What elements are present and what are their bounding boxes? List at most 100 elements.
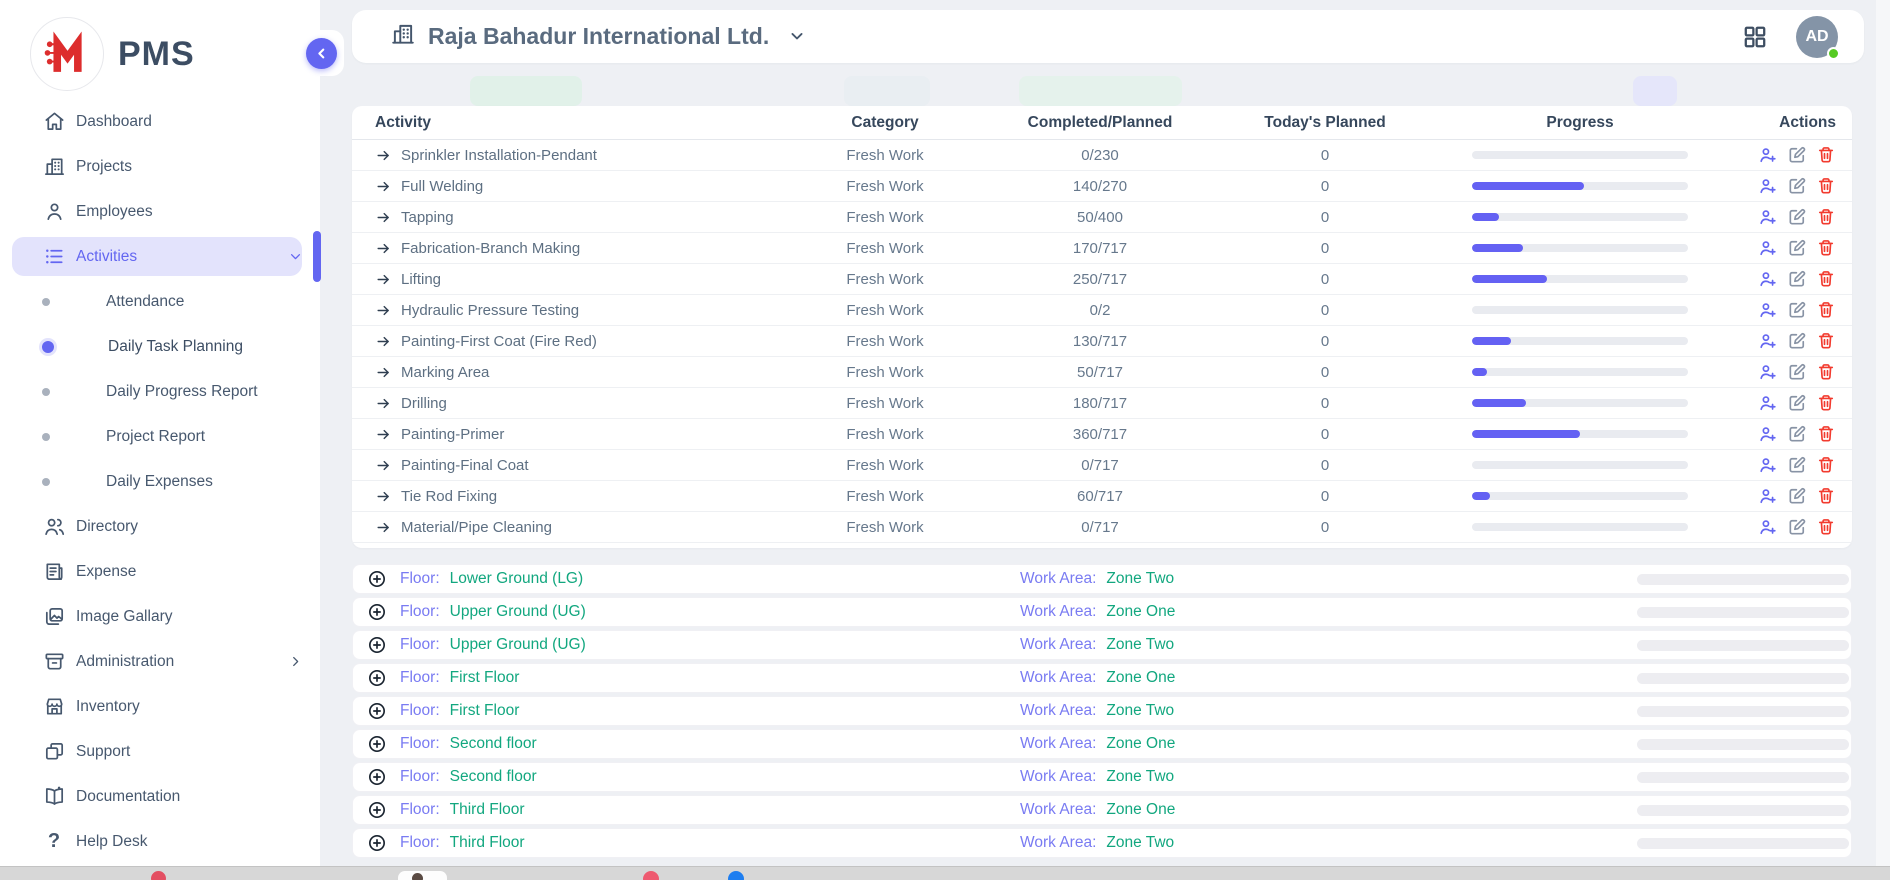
edit-button[interactable] (1787, 269, 1807, 289)
expand-floor-button[interactable] (367, 767, 387, 787)
delete-button[interactable] (1816, 331, 1836, 351)
sidebar-item-expense[interactable]: Expense (0, 549, 320, 594)
online-status-dot (1827, 47, 1840, 60)
assign-user-button[interactable] (1758, 238, 1778, 258)
expand-floor-button[interactable] (367, 635, 387, 655)
floor-value: Second floor (450, 735, 537, 753)
edit-button[interactable] (1787, 455, 1807, 475)
sidebar-subitem-daily-task-planning[interactable]: Daily Task Planning (0, 324, 320, 369)
edit-button[interactable] (1787, 145, 1807, 165)
edit-button[interactable] (1787, 331, 1807, 351)
scrollbar[interactable] (1876, 0, 1890, 866)
nav-item-label: Daily Task Planning (108, 338, 243, 356)
edit-button[interactable] (1787, 362, 1807, 382)
sidebar-subitem-project-report[interactable]: Project Report (0, 414, 320, 459)
work-area-label: Work Area: (1020, 603, 1096, 621)
person-plus-icon (1758, 517, 1778, 537)
progress-fill (1472, 492, 1490, 500)
sidebar-item-dashboard[interactable]: Dashboard (0, 99, 320, 144)
expand-floor-button[interactable] (367, 569, 387, 589)
sidebar-item-image-gallary[interactable]: Image Gallary (0, 594, 320, 639)
delete-button[interactable] (1816, 362, 1836, 382)
sidebar-subitem-daily-expenses[interactable]: Daily Expenses (0, 459, 320, 504)
floor-progress-bar (1637, 838, 1849, 849)
floor-progress-bar (1637, 805, 1849, 816)
taskbar-app-icon[interactable] (398, 871, 447, 880)
delete-button[interactable] (1816, 424, 1836, 444)
sidebar-subitem-daily-progress-report[interactable]: Daily Progress Report (0, 369, 320, 414)
expand-floor-button[interactable] (367, 668, 387, 688)
edit-button[interactable] (1787, 424, 1807, 444)
assign-user-button[interactable] (1758, 455, 1778, 475)
floor-label: Floor: (400, 669, 440, 687)
taskbar-dot-icon[interactable] (151, 871, 166, 880)
assign-user-button[interactable] (1758, 486, 1778, 506)
expand-floor-button[interactable] (367, 602, 387, 622)
assign-user-button[interactable] (1758, 269, 1778, 289)
activities-table: Activity Category Completed/Planned Toda… (352, 106, 1852, 548)
apps-grid-button[interactable] (1742, 24, 1768, 50)
work-area-value: Zone One (1106, 801, 1175, 819)
sidebar-item-administration[interactable]: Administration (0, 639, 320, 684)
assign-user-button[interactable] (1758, 517, 1778, 537)
expand-floor-button[interactable] (367, 833, 387, 853)
taskbar-dot-icon[interactable] (643, 871, 659, 880)
assign-user-button[interactable] (1758, 176, 1778, 196)
delete-button[interactable] (1816, 393, 1836, 413)
floor-label: Floor: (400, 834, 440, 852)
work-area-label: Work Area: (1020, 735, 1096, 753)
delete-button[interactable] (1816, 269, 1836, 289)
delete-button[interactable] (1816, 207, 1836, 227)
assign-user-button[interactable] (1758, 145, 1778, 165)
person-plus-icon (1758, 486, 1778, 506)
floor-row: Floor: Second floor Work Area: Zone Two (352, 762, 1852, 792)
user-avatar[interactable]: AD (1796, 16, 1838, 58)
table-row: Tie Rod Fixing Fresh Work 60/717 0 (352, 481, 1852, 512)
assign-user-button[interactable] (1758, 300, 1778, 320)
expand-floor-button[interactable] (367, 800, 387, 820)
expand-floor-button[interactable] (367, 734, 387, 754)
delete-button[interactable] (1816, 176, 1836, 196)
delete-button[interactable] (1816, 486, 1836, 506)
edit-button[interactable] (1787, 238, 1807, 258)
floor-row: Floor: Third Floor Work Area: Zone One (352, 795, 1852, 825)
sidebar-collapse-button[interactable] (306, 38, 337, 69)
edit-button[interactable] (1787, 300, 1807, 320)
assign-user-button[interactable] (1758, 424, 1778, 444)
activity-category: Fresh Work (765, 178, 1005, 195)
sidebar-item-documentation[interactable]: Documentation (0, 774, 320, 819)
sidebar-item-help-desk[interactable]: ?Help Desk (0, 819, 320, 864)
edit-button[interactable] (1787, 393, 1807, 413)
col-actions: Actions (1705, 114, 1852, 132)
sidebar-item-employees[interactable]: Employees (0, 189, 320, 234)
sidebar-item-support[interactable]: Support (0, 729, 320, 774)
chevron-right-icon (287, 653, 304, 670)
assign-user-button[interactable] (1758, 393, 1778, 413)
sidebar-item-activities[interactable]: Activities (0, 234, 320, 279)
floor-row: Floor: Third Floor Work Area: Zone Two (352, 828, 1852, 858)
assign-user-button[interactable] (1758, 331, 1778, 351)
progress-bar (1472, 461, 1688, 469)
sidebar-subitem-attendance[interactable]: Attendance (0, 279, 320, 324)
sidebar-item-inventory[interactable]: Inventory (0, 684, 320, 729)
delete-button[interactable] (1816, 455, 1836, 475)
sidebar-item-directory[interactable]: Directory (0, 504, 320, 549)
delete-button[interactable] (1816, 238, 1836, 258)
work-area-label: Work Area: (1020, 636, 1096, 654)
edit-button[interactable] (1787, 176, 1807, 196)
edit-button[interactable] (1787, 207, 1807, 227)
todays-planned-value: 0 (1195, 395, 1455, 412)
assign-user-button[interactable] (1758, 207, 1778, 227)
edit-button[interactable] (1787, 517, 1807, 537)
header-actions: AD (1742, 16, 1838, 58)
sidebar-item-projects[interactable]: Projects (0, 144, 320, 189)
taskbar-dot-icon[interactable] (728, 871, 744, 880)
nav-item-label: Inventory (76, 698, 140, 716)
delete-button[interactable] (1816, 517, 1836, 537)
delete-button[interactable] (1816, 300, 1836, 320)
delete-button[interactable] (1816, 145, 1836, 165)
company-selector[interactable]: Raja Bahadur International Ltd. (390, 21, 807, 52)
assign-user-button[interactable] (1758, 362, 1778, 382)
expand-floor-button[interactable] (367, 701, 387, 721)
edit-button[interactable] (1787, 486, 1807, 506)
